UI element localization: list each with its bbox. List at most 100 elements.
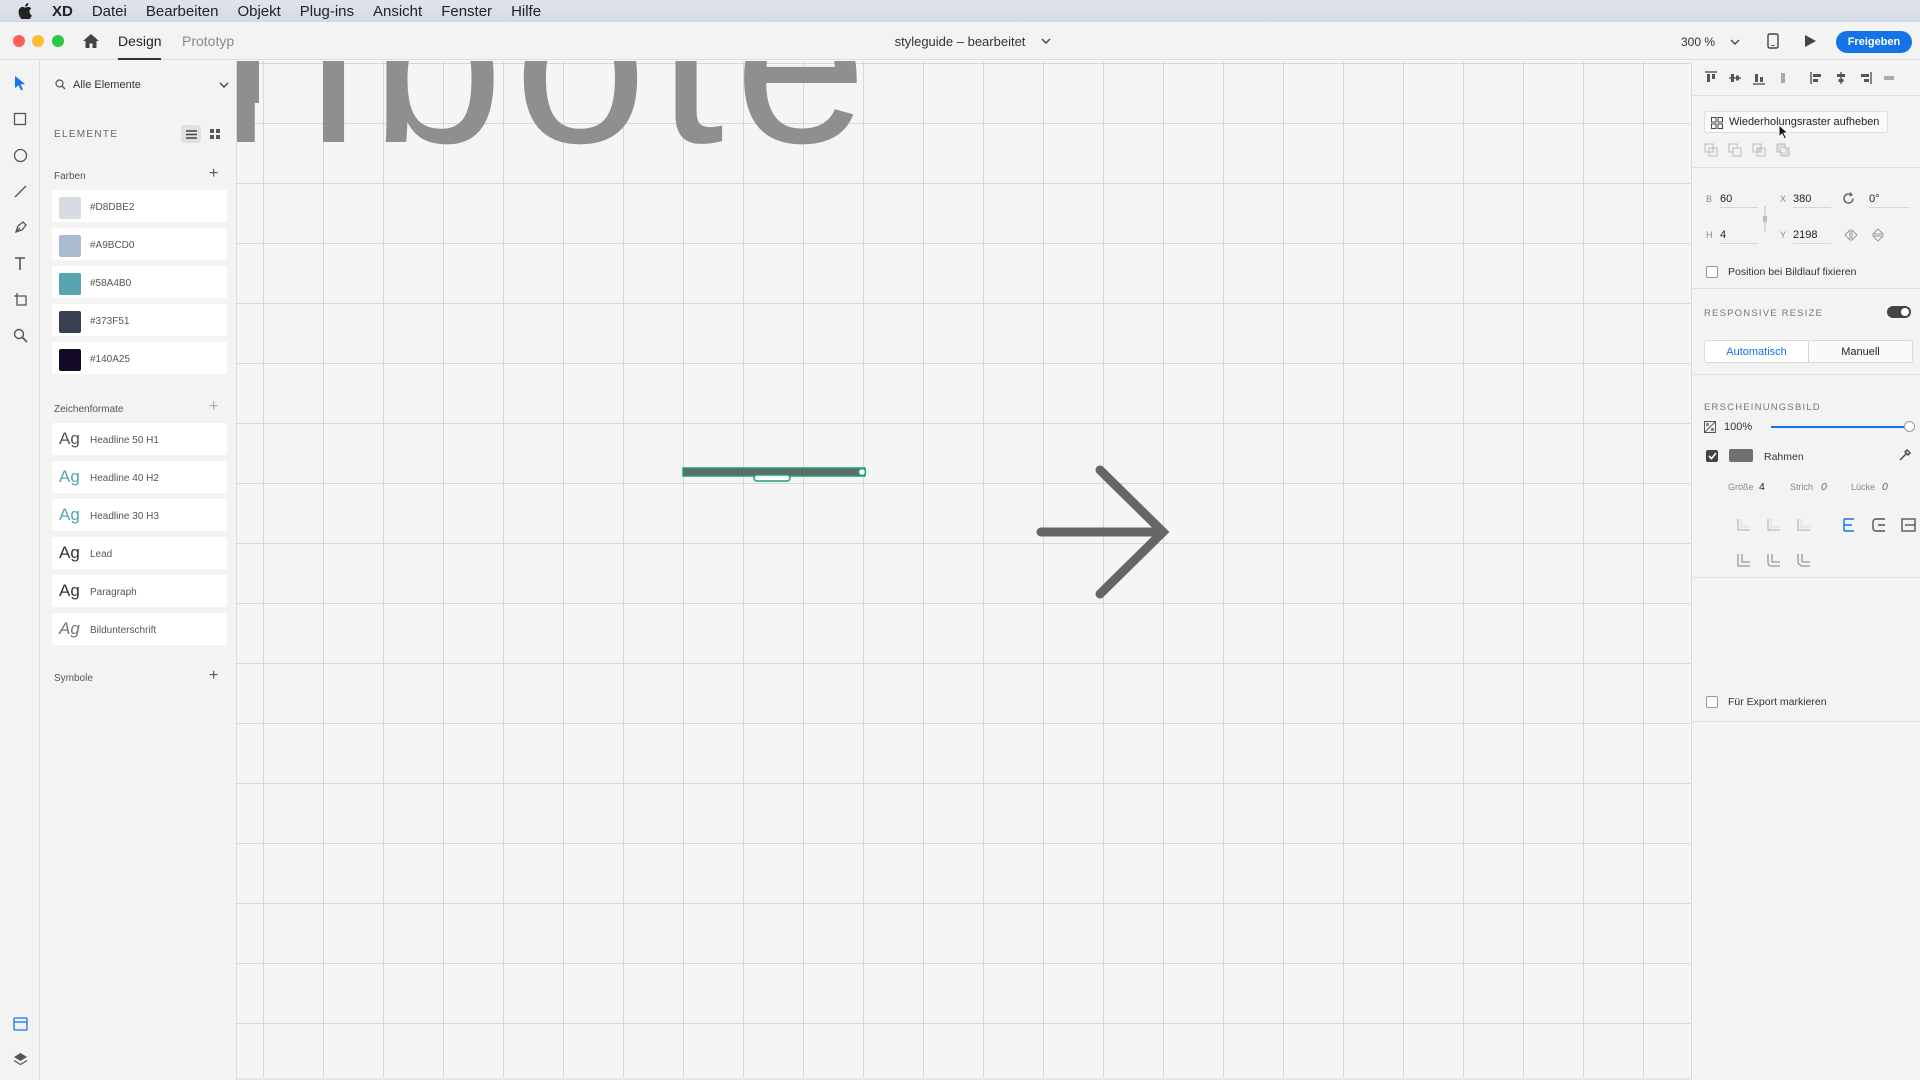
add-char-style-button[interactable]: + (209, 399, 218, 415)
document-title[interactable]: styleguide – bearbeitet (0, 34, 1920, 49)
x-input[interactable]: 380 (1793, 193, 1811, 205)
pen-tool-icon[interactable] (11, 218, 29, 236)
resize-handle[interactable] (753, 474, 791, 482)
menu-fenster[interactable]: Fenster (441, 3, 492, 20)
line-cap-round-icon[interactable] (1765, 517, 1783, 533)
char-style-row[interactable]: Ag Headline 50 H1 (52, 423, 227, 455)
stroke-dash-input[interactable]: 0 (1821, 481, 1827, 493)
stroke-inside-icon[interactable] (1840, 517, 1858, 533)
color-swatch-row[interactable]: #D8DBE2 (52, 190, 227, 222)
line-join-bevel-icon[interactable] (1795, 552, 1813, 568)
resize-mode-manual[interactable]: Manuell (1809, 341, 1912, 362)
resize-handle[interactable] (857, 467, 867, 477)
opacity-slider-knob[interactable] (1904, 421, 1915, 432)
add-symbol-button[interactable]: + (209, 668, 218, 684)
opacity-slider-track[interactable] (1771, 426, 1911, 428)
border-color-swatch[interactable] (1729, 449, 1753, 462)
rotation-input[interactable]: 0° (1869, 193, 1880, 205)
add-color-button[interactable]: + (209, 166, 218, 182)
arrow-graphic[interactable] (1036, 465, 1170, 599)
zoom-level[interactable]: 300 % (1681, 35, 1715, 49)
divider (1692, 577, 1920, 578)
menu-datei[interactable]: Datei (92, 3, 127, 20)
layers-panel-icon[interactable] (11, 1050, 29, 1068)
chevron-down-icon[interactable] (1041, 36, 1051, 46)
color-swatch-row[interactable]: #A9BCD0 (52, 228, 227, 260)
y-input[interactable]: 2198 (1793, 229, 1817, 241)
text-tool-icon[interactable] (11, 254, 29, 272)
search-icon (55, 79, 66, 90)
height-input[interactable]: 4 (1720, 229, 1726, 241)
color-swatch-row[interactable]: #140A25 (52, 342, 227, 374)
boolean-add-icon[interactable] (1704, 143, 1718, 157)
menu-objekt[interactable]: Objekt (237, 3, 280, 20)
flip-horizontal-icon[interactable] (1844, 229, 1858, 241)
rectangle-tool-icon[interactable] (11, 110, 29, 128)
grid-view-icon[interactable] (205, 125, 225, 143)
distribute-vertical-icon[interactable] (1776, 71, 1790, 85)
width-input[interactable]: 60 (1720, 193, 1732, 205)
selected-line[interactable] (682, 467, 867, 482)
color-swatch (59, 311, 81, 333)
line-join-round-icon[interactable] (1765, 552, 1783, 568)
boolean-subtract-icon[interactable] (1728, 143, 1742, 157)
menu-hilfe[interactable]: Hilfe (511, 3, 541, 20)
menu-app-name[interactable]: XD (52, 3, 73, 20)
char-style-row[interactable]: Ag Lead (52, 537, 227, 569)
lock-aspect-icon[interactable] (1762, 206, 1768, 232)
color-swatch-row[interactable]: #373F51 (52, 304, 227, 336)
fix-position-checkbox[interactable] (1706, 266, 1718, 278)
apple-icon[interactable] (18, 3, 38, 19)
menu-plugins[interactable]: Plug-ins (300, 3, 354, 20)
align-center-icon[interactable] (1834, 71, 1848, 85)
zoom-tool-icon[interactable] (11, 326, 29, 344)
char-style-row[interactable]: Ag Paragraph (52, 575, 227, 607)
eyedropper-icon[interactable] (1898, 448, 1912, 462)
export-checkbox[interactable] (1706, 696, 1718, 708)
align-left-icon[interactable] (1810, 71, 1824, 85)
artboard-tool-icon[interactable] (11, 290, 29, 308)
color-swatch-row[interactable]: #58A4B0 (52, 266, 227, 298)
select-tool-icon[interactable] (11, 74, 29, 92)
opacity-value[interactable]: 100% (1724, 421, 1752, 433)
line-cap-butt-icon[interactable] (1735, 517, 1753, 533)
align-middle-icon[interactable] (1728, 71, 1742, 85)
border-checkbox[interactable] (1706, 450, 1718, 462)
canvas-objects (237, 61, 1170, 599)
responsive-resize-toggle[interactable] (1887, 306, 1911, 318)
ellipse-tool-icon[interactable] (11, 146, 29, 164)
flip-vertical-icon[interactable] (1872, 228, 1884, 242)
list-view-icon[interactable] (181, 125, 201, 143)
share-button[interactable]: Freigeben (1836, 31, 1912, 53)
assets-panel-icon[interactable] (11, 1015, 29, 1033)
play-icon[interactable] (1803, 34, 1817, 48)
char-style-row[interactable]: Ag Headline 30 H3 (52, 499, 227, 531)
stroke-size-input[interactable]: 4 (1759, 481, 1765, 493)
align-top-icon[interactable] (1704, 71, 1718, 85)
stroke-outside-icon[interactable] (1899, 517, 1917, 533)
char-style-row[interactable]: Ag Headline 40 H2 (52, 461, 227, 493)
stroke-dash-label: Strich (1790, 482, 1814, 492)
stroke-center-icon[interactable] (1870, 517, 1888, 533)
resize-mode-auto[interactable]: Automatisch (1705, 341, 1809, 362)
align-bottom-icon[interactable] (1752, 71, 1766, 85)
chevron-down-icon[interactable] (1730, 37, 1740, 47)
char-style-row[interactable]: Ag Bildunterschrift (52, 613, 227, 645)
line-cap-square-icon[interactable] (1795, 517, 1813, 533)
menu-bearbeiten[interactable]: Bearbeiten (146, 3, 219, 20)
align-right-icon[interactable] (1858, 71, 1872, 85)
menu-ansicht[interactable]: Ansicht (373, 3, 422, 20)
boolean-exclude-icon[interactable] (1776, 143, 1790, 157)
device-preview-icon[interactable] (1767, 33, 1779, 49)
char-style-label: Bildunterschrift (90, 625, 157, 636)
design-canvas[interactable]: ribote (237, 61, 1690, 1078)
char-style-sample: Ag (59, 467, 80, 486)
mouse-cursor-icon (1778, 124, 1790, 140)
boolean-intersect-icon[interactable] (1752, 143, 1766, 157)
line-tool-icon[interactable] (11, 182, 29, 200)
line-join-miter-icon[interactable] (1735, 552, 1753, 568)
ungroup-repeat-grid-button[interactable]: Wiederholungsraster aufheben (1704, 111, 1888, 133)
distribute-horizontal-icon[interactable] (1882, 71, 1896, 85)
assets-filter-dropdown[interactable]: Alle Elemente (51, 75, 229, 95)
stroke-gap-input[interactable]: 0 (1882, 481, 1888, 493)
